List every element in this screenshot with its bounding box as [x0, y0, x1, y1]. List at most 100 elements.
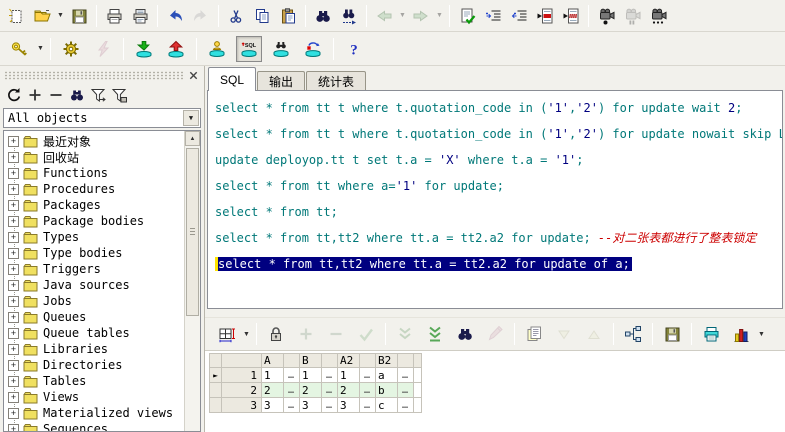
row-indicator[interactable]: ►: [209, 367, 222, 383]
expand-plus-icon[interactable]: +: [8, 247, 19, 259]
cell-ellipsis-button[interactable]: …: [397, 397, 414, 413]
expand-plus-icon[interactable]: +: [8, 375, 19, 387]
copy-results-button[interactable]: [521, 321, 547, 347]
expand-plus-icon[interactable]: +: [8, 359, 19, 371]
sql-statement[interactable]: select * from tt t where t.quotation_cod…: [215, 99, 782, 125]
navigate-back-dropdown-button[interactable]: ▼: [397, 5, 408, 27]
tab-sql[interactable]: SQL: [208, 67, 257, 91]
grid-cell[interactable]: 2: [337, 382, 360, 398]
open-file-dropdown-button[interactable]: ▼: [55, 5, 66, 27]
cell-ellipsis-button[interactable]: …: [397, 382, 414, 398]
cell-ellipsis-button[interactable]: …: [359, 397, 376, 413]
expand-plus-icon[interactable]: +: [8, 279, 19, 291]
fetch-next-page-button[interactable]: [392, 321, 418, 347]
fetch-last-page-button[interactable]: [422, 321, 448, 347]
grid-cell[interactable]: b: [375, 382, 398, 398]
sql-statement[interactable]: select * from tt,tt2 where tt.a = tt2.a2…: [215, 229, 782, 255]
row-number[interactable]: 2: [221, 382, 262, 398]
grid-cell[interactable]: 3: [299, 397, 322, 413]
edit-filters-button[interactable]: [87, 85, 108, 106]
tree-item[interactable]: + Procedures: [4, 181, 183, 197]
close-sidebar-button[interactable]: [186, 69, 200, 82]
cell-ellipsis-button[interactable]: …: [397, 367, 414, 383]
new-document-button[interactable]: [4, 4, 28, 28]
chart-dropdown-button[interactable]: ▼: [756, 323, 767, 345]
sort-ascending-button[interactable]: [581, 321, 607, 347]
sql-editor[interactable]: select * from tt t where t.quotation_cod…: [207, 90, 783, 309]
edit-data-button[interactable]: [482, 321, 508, 347]
expand-plus-icon[interactable]: +: [8, 215, 19, 227]
log-on-button[interactable]: [6, 36, 32, 62]
cell-ellipsis-button[interactable]: …: [321, 367, 338, 383]
grid-cell[interactable]: 1: [261, 367, 284, 383]
grid-cell[interactable]: 2: [261, 382, 284, 398]
expand-plus-icon[interactable]: +: [8, 327, 19, 339]
refresh-tree-button[interactable]: [3, 85, 24, 106]
insert-row-button[interactable]: [293, 321, 319, 347]
grid-cell[interactable]: c: [375, 397, 398, 413]
outdent-button[interactable]: [507, 4, 531, 28]
save-button[interactable]: [67, 4, 91, 28]
cell-ellipsis-button[interactable]: …: [359, 367, 376, 383]
expand-plus-icon[interactable]: +: [8, 183, 19, 195]
grid-cell[interactable]: 1: [299, 367, 322, 383]
copy-button[interactable]: [250, 4, 274, 28]
cell-ellipsis-button[interactable]: …: [359, 382, 376, 398]
tab-输出[interactable]: 输出: [257, 71, 306, 91]
tree-item[interactable]: + Views: [4, 389, 183, 405]
help-button[interactable]: ?: [341, 36, 367, 62]
tree-item[interactable]: + Directories: [4, 357, 183, 373]
find-in-results-button[interactable]: [452, 321, 478, 347]
cell-ellipsis-button[interactable]: …: [321, 397, 338, 413]
grid-cell[interactable]: 1: [337, 367, 360, 383]
tree-item[interactable]: + Packages: [4, 197, 183, 213]
playback-macro-button[interactable]: [646, 4, 670, 28]
grid-options-button[interactable]: [213, 321, 239, 347]
undo-button[interactable]: [163, 4, 187, 28]
column-header-a[interactable]: A: [261, 353, 284, 368]
find-next-button[interactable]: [337, 4, 361, 28]
print-button[interactable]: [102, 4, 126, 28]
navigate-forward-button[interactable]: [409, 4, 433, 28]
find-object-button[interactable]: [66, 85, 87, 106]
single-record-view-button[interactable]: [620, 321, 646, 347]
row-indicator[interactable]: [209, 397, 222, 413]
collapse-all-button[interactable]: [45, 85, 66, 106]
refresh-session-button[interactable]: [300, 36, 326, 62]
paste-button[interactable]: [276, 4, 300, 28]
tree-item[interactable]: + Libraries: [4, 341, 183, 357]
grid-cell[interactable]: 3: [261, 397, 284, 413]
grid-options-dropdown-button[interactable]: ▼: [241, 323, 252, 345]
grid-cell[interactable]: 3: [337, 397, 360, 413]
expand-plus-icon[interactable]: +: [8, 391, 19, 403]
tree-item[interactable]: + Java sources: [4, 277, 183, 293]
cut-button[interactable]: [224, 4, 248, 28]
sql-statement[interactable]: select * from tt,tt2 where tt.a = tt2.a2…: [215, 255, 782, 281]
browse-objects-button[interactable]: [268, 36, 294, 62]
chart-button[interactable]: [728, 321, 754, 347]
previous-marker-button[interactable]: [559, 4, 583, 28]
tree-item[interactable]: + Materialized views: [4, 405, 183, 421]
column-header-a2[interactable]: A2: [337, 353, 360, 368]
sql-statement[interactable]: select * from tt t where t.quotation_cod…: [215, 125, 782, 151]
grid-cell[interactable]: 2: [299, 382, 322, 398]
tree-item[interactable]: + Package bodies: [4, 213, 183, 229]
sort-descending-button[interactable]: [551, 321, 577, 347]
combo-dropdown-button[interactable]: ▼: [183, 110, 199, 126]
expand-plus-icon[interactable]: +: [8, 135, 19, 147]
navigate-forward-dropdown-button[interactable]: ▼: [434, 5, 445, 27]
log-on-dropdown-button[interactable]: ▼: [35, 38, 46, 60]
pause-macro-button[interactable]: [620, 4, 644, 28]
redo-button[interactable]: [189, 4, 213, 28]
tree-item[interactable]: + Triggers: [4, 261, 183, 277]
sql-statement[interactable]: select * from tt where a='1' for update;: [215, 177, 782, 203]
commit-button[interactable]: [131, 36, 157, 62]
column-header-b2[interactable]: B2: [375, 353, 398, 368]
cell-ellipsis-button[interactable]: …: [321, 382, 338, 398]
sidebar-grip[interactable]: [4, 69, 200, 82]
scroll-up-button[interactable]: ▲: [185, 131, 200, 146]
cell-ellipsis-button[interactable]: …: [283, 397, 300, 413]
indent-button[interactable]: [481, 4, 505, 28]
tree-item[interactable]: + 最近对象: [4, 133, 183, 149]
row-number[interactable]: 1: [221, 367, 262, 383]
